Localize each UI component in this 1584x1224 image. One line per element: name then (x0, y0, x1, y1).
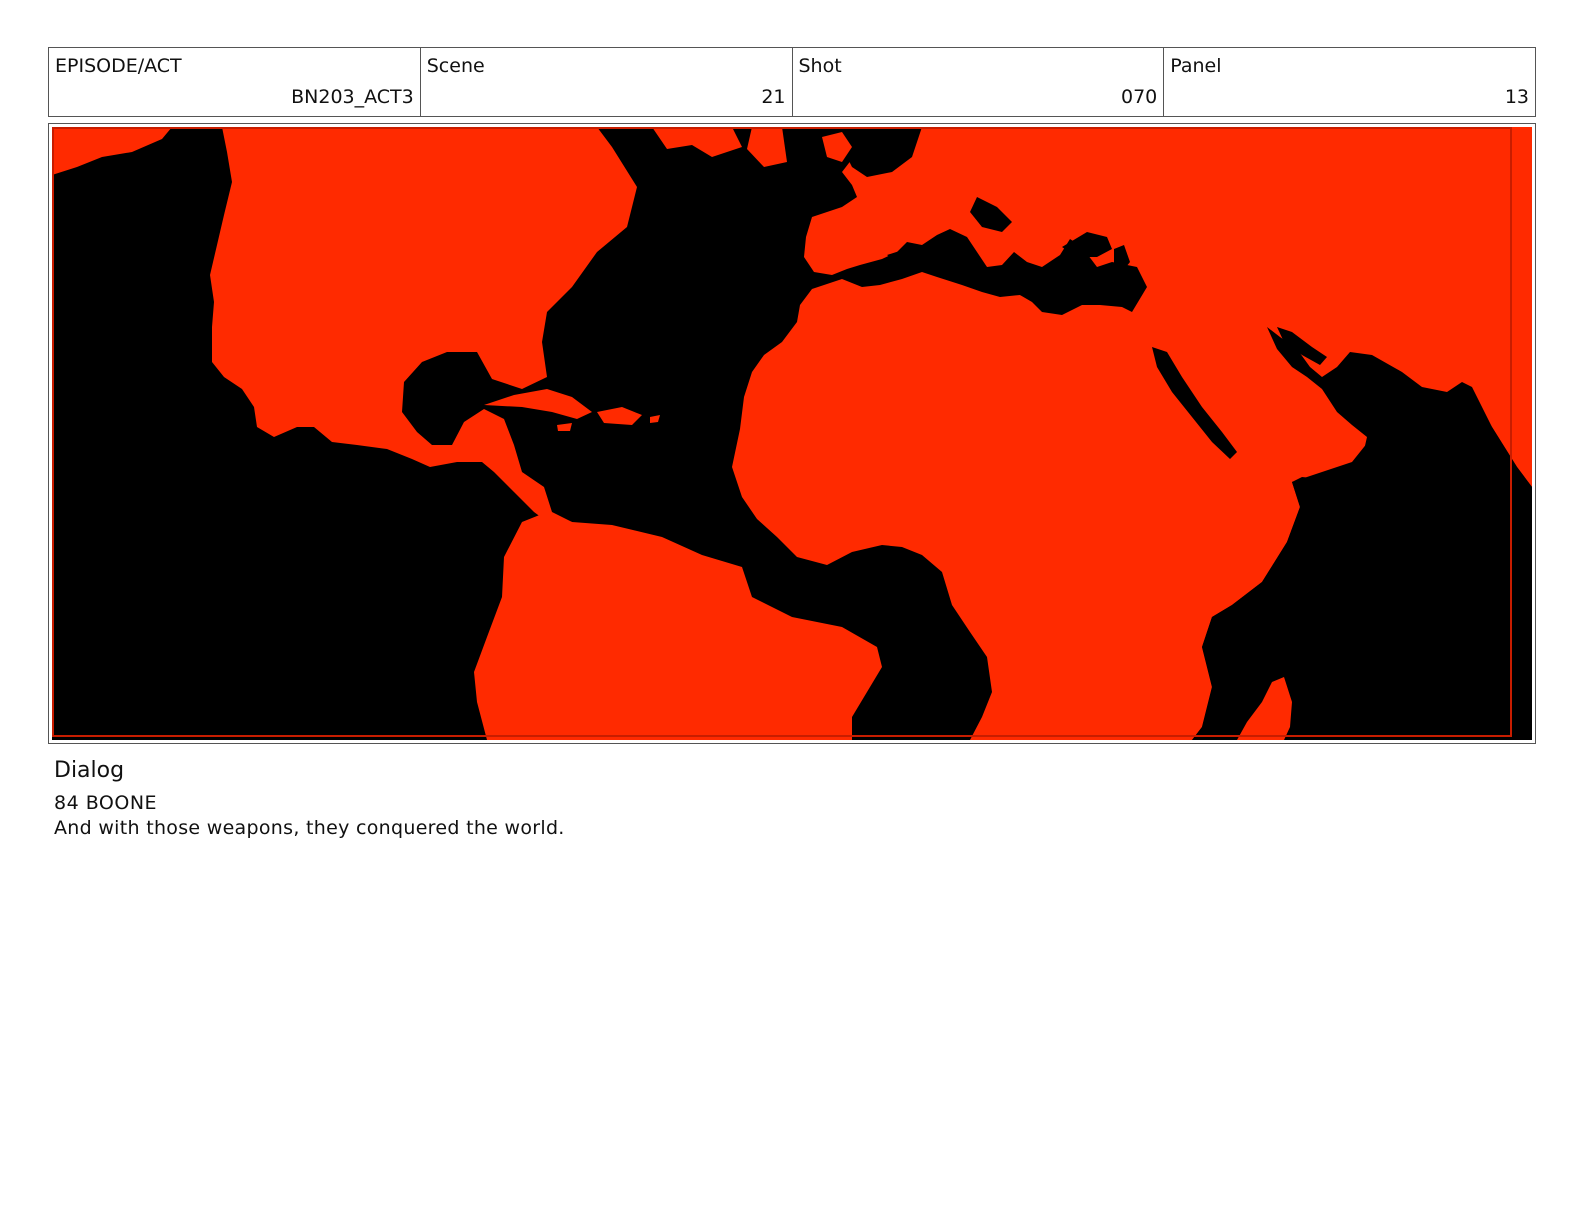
shot-value: 070 (1120, 86, 1158, 108)
episode-act-value: BN203_ACT3 (291, 86, 414, 108)
episode-act-label: EPISODE/ACT (55, 55, 182, 77)
storyboard-panel-frame (48, 123, 1536, 744)
scene-label: Scene (426, 55, 485, 77)
world-map-illustration (52, 127, 1532, 740)
dialog-heading: Dialog (54, 758, 125, 783)
scene-value: 21 (761, 86, 786, 108)
panel-info-table: EPISODE/ACT BN203_ACT3 Scene 21 Shot 070… (48, 47, 1536, 117)
panel-cell: Panel 13 (1164, 48, 1535, 116)
scene-cell: Scene 21 (421, 48, 793, 116)
shot-label: Shot (798, 55, 842, 77)
panel-label: Panel (1170, 55, 1222, 77)
dialog-line: And with those weapons, they conquered t… (54, 817, 565, 839)
panel-value: 13 (1504, 86, 1529, 108)
shot-cell: Shot 070 (793, 48, 1165, 116)
dialog-speaker: 84 BOONE (54, 792, 158, 814)
episode-act-cell: EPISODE/ACT BN203_ACT3 (49, 48, 421, 116)
